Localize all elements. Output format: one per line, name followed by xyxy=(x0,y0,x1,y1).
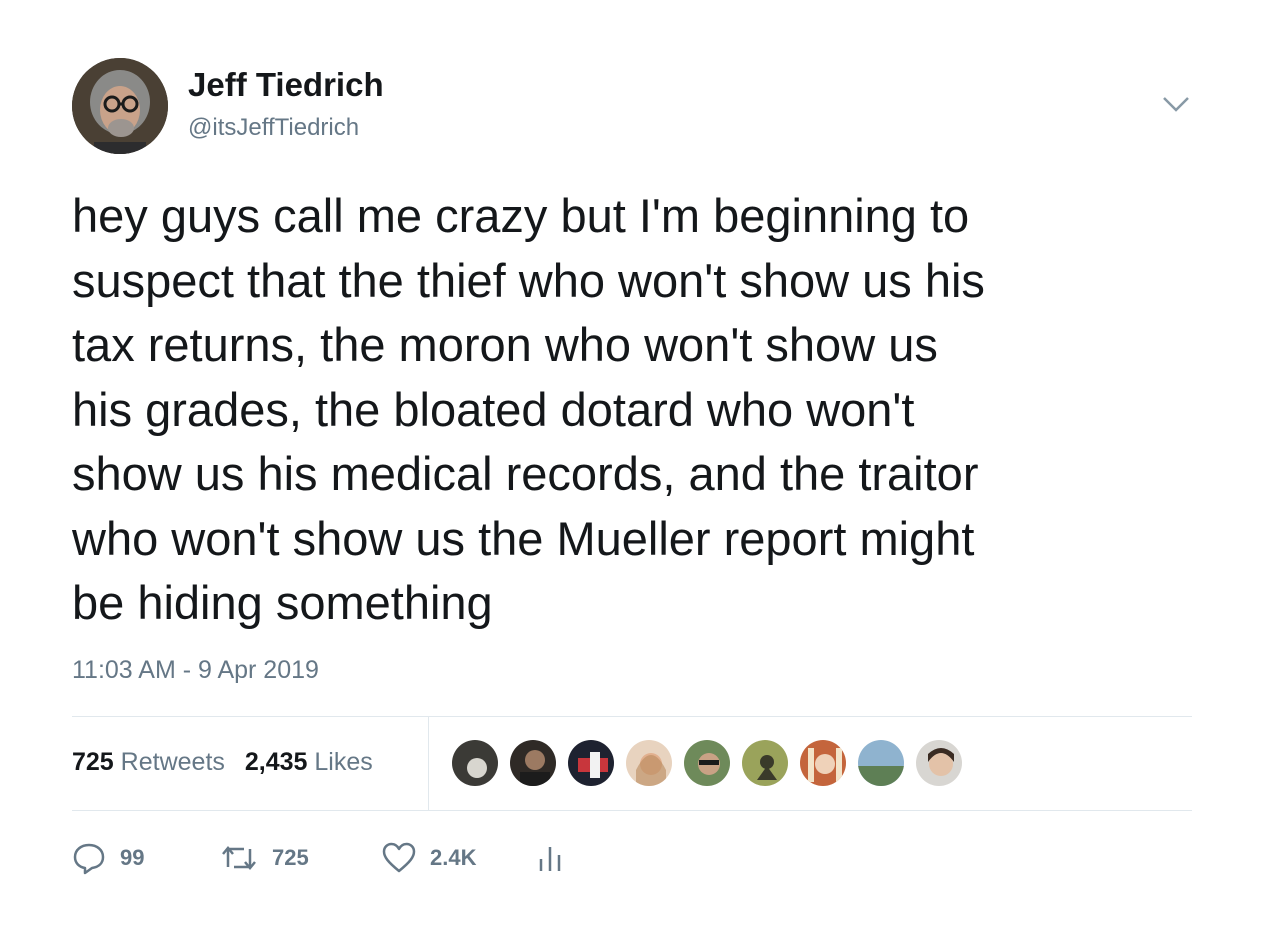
retweets-stat[interactable]: 725 Retweets xyxy=(72,748,225,777)
divider-vertical xyxy=(428,717,429,810)
liker-avatar[interactable] xyxy=(798,738,848,788)
reply-count: 99 xyxy=(120,845,145,870)
liker-avatar[interactable] xyxy=(450,738,500,788)
liker-avatar[interactable] xyxy=(682,738,732,788)
user-handle[interactable]: @itsJeffTiedrich xyxy=(188,114,359,142)
liker-avatar[interactable] xyxy=(740,738,790,788)
retweets-stat-count: 725 xyxy=(72,748,114,776)
likes-stat[interactable]: 2,435 Likes xyxy=(245,748,373,777)
heart-icon xyxy=(382,842,416,874)
retweets-stat-label: Retweets xyxy=(120,748,225,776)
chevron-down-icon[interactable] xyxy=(1160,92,1192,116)
liker-avatar[interactable] xyxy=(624,738,674,788)
like-button[interactable]: 2.4K xyxy=(382,842,538,874)
retweet-count: 725 xyxy=(272,845,309,870)
likes-stat-label: Likes xyxy=(314,748,373,776)
reply-button[interactable]: 99 xyxy=(72,841,220,875)
retweet-button[interactable]: 725 xyxy=(220,843,382,873)
tweet-timestamp[interactable]: 11:03 AM - 9 Apr 2019 xyxy=(72,656,319,685)
engagement-stats: 725 Retweets 2,435 Likes xyxy=(72,748,373,777)
liker-avatar[interactable] xyxy=(566,738,616,788)
action-bar: 99 725 2.4K xyxy=(72,836,562,880)
liker-avatar[interactable] xyxy=(914,738,964,788)
display-name[interactable]: Jeff Tiedrich xyxy=(188,66,384,104)
liker-avatars xyxy=(450,738,964,788)
like-count: 2.4K xyxy=(430,845,477,870)
likes-stat-count: 2,435 xyxy=(244,748,308,776)
reply-icon xyxy=(72,841,106,875)
liker-avatar[interactable] xyxy=(856,738,906,788)
tweet-text: hey guys call me crazy but I'm beginning… xyxy=(72,189,985,629)
avatar[interactable] xyxy=(72,58,168,154)
analytics-icon xyxy=(538,843,562,873)
analytics-button[interactable] xyxy=(538,843,562,873)
retweet-icon xyxy=(220,843,258,873)
divider-bottom xyxy=(72,810,1192,811)
tweet-header: Jeff Tiedrich @itsJeffTiedrich xyxy=(72,56,1192,156)
divider-top xyxy=(72,716,1192,717)
liker-avatar[interactable] xyxy=(508,738,558,788)
